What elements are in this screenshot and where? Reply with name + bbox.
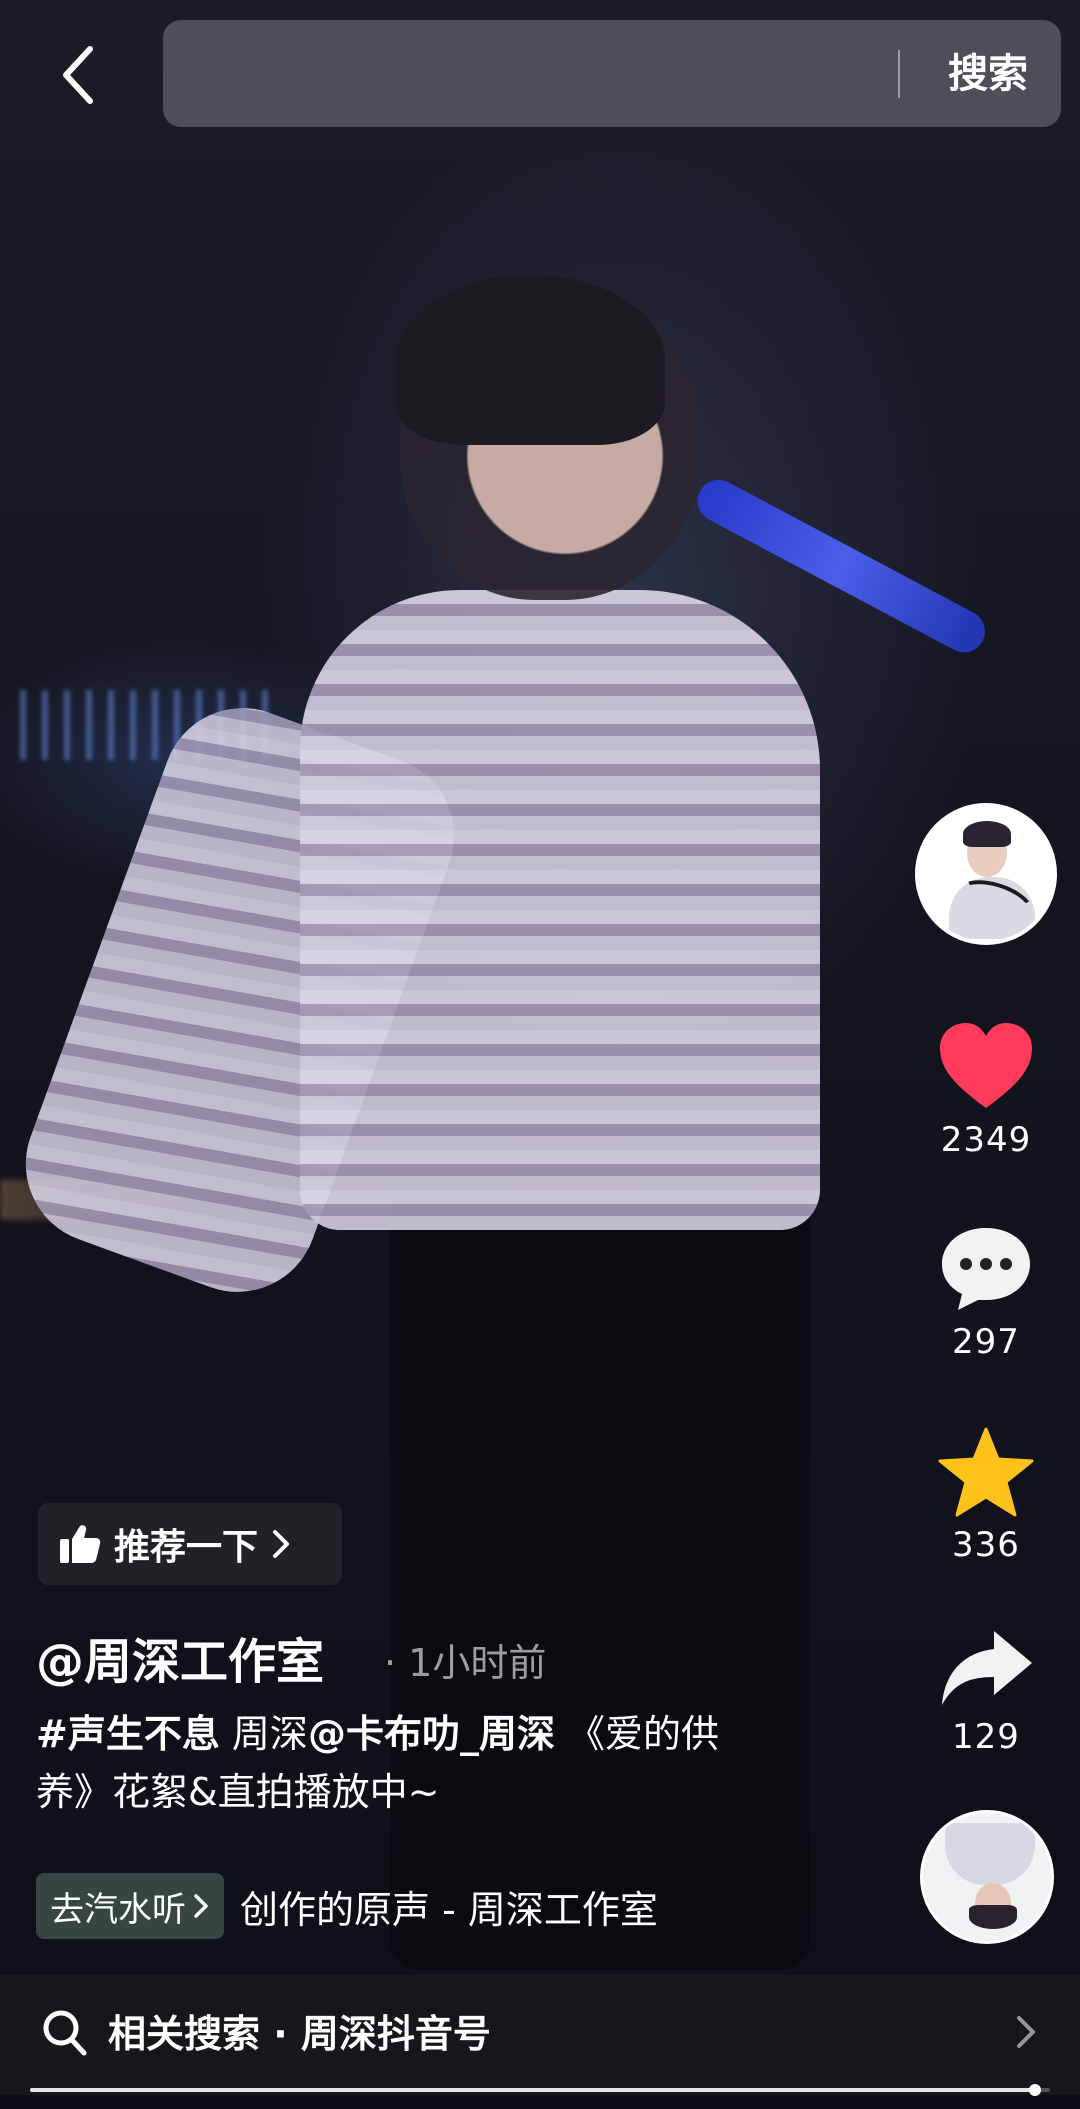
favorite-count: 336 bbox=[952, 1525, 1020, 1565]
like-count: 2349 bbox=[940, 1120, 1032, 1160]
recommend-button[interactable]: 推荐一下 bbox=[38, 1503, 342, 1585]
author-name[interactable]: @周深工作室 bbox=[36, 1622, 324, 1692]
hashtag-link[interactable]: #声生不息 bbox=[36, 1712, 220, 1756]
search-bar: 搜索 bbox=[163, 20, 1061, 127]
share-arrow-icon bbox=[942, 1631, 1032, 1705]
like-button[interactable]: 2349 bbox=[915, 1020, 1057, 1160]
music-title[interactable]: 创作的原声 - 周深工作室 bbox=[240, 1879, 658, 1934]
progress-knob[interactable] bbox=[1028, 2084, 1041, 2096]
chevron-right-icon bbox=[273, 1530, 290, 1558]
comment-icon bbox=[942, 1228, 1030, 1310]
share-count: 129 bbox=[952, 1717, 1020, 1757]
comment-count: 297 bbox=[952, 1322, 1020, 1362]
chevron-right-icon bbox=[1017, 2016, 1035, 2048]
chevron-left-icon bbox=[63, 46, 93, 104]
favorite-button[interactable]: 336 bbox=[915, 1425, 1057, 1565]
music-disc[interactable] bbox=[920, 1810, 1054, 1944]
video-caption: #声生不息 周深@卡布叻_周深 《爱的供养》花絮&直拍播放中~ bbox=[36, 1705, 756, 1821]
related-search-bar[interactable]: 相关搜索 · 周深抖音号 bbox=[0, 1975, 1080, 2096]
search-button[interactable]: 搜索 bbox=[933, 44, 1043, 104]
search-icon bbox=[43, 2010, 87, 2056]
singer-pants bbox=[390, 1190, 810, 1970]
author-avatar[interactable] bbox=[915, 803, 1057, 945]
playback-progress[interactable] bbox=[30, 2084, 1050, 2096]
music-row: 去汽水听 创作的原声 - 周深工作室 bbox=[36, 1873, 658, 1939]
search-input[interactable] bbox=[193, 48, 1033, 98]
recommend-label: 推荐一下 bbox=[114, 1527, 259, 1568]
progress-fill bbox=[30, 2088, 1035, 2092]
star-icon bbox=[938, 1427, 1034, 1517]
chevron-right-icon bbox=[194, 1894, 208, 1918]
singer-jacket bbox=[300, 590, 820, 1230]
related-search-label: 相关搜索 · 周深抖音号 bbox=[108, 2012, 491, 2056]
caption-text: 周深 bbox=[219, 1712, 308, 1756]
listen-in-qishui-button[interactable]: 去汽水听 bbox=[36, 1873, 224, 1939]
listen-chip-label: 去汽水听 bbox=[50, 1889, 186, 1930]
search-divider bbox=[898, 50, 900, 98]
share-button[interactable]: 129 bbox=[915, 1625, 1057, 1757]
mention-link[interactable]: @卡布叻_周深 bbox=[308, 1712, 555, 1756]
singer-hair bbox=[395, 275, 665, 445]
comment-button[interactable]: 297 bbox=[915, 1222, 1057, 1362]
back-button[interactable] bbox=[48, 40, 108, 110]
thumbs-up-icon bbox=[60, 1525, 101, 1563]
post-time: · 1小时前 bbox=[384, 1641, 547, 1685]
heart-icon bbox=[940, 1023, 1032, 1108]
